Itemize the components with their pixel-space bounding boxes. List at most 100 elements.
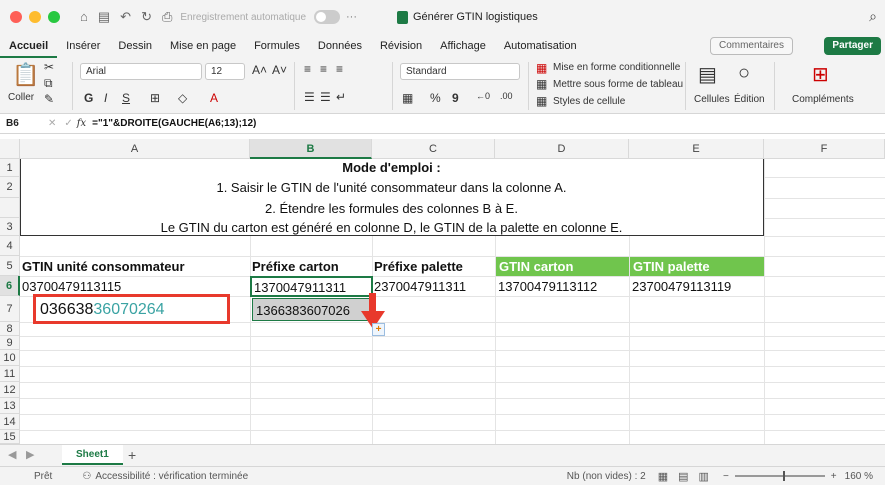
cell-styles-button[interactable]: Styles de cellule	[553, 96, 625, 107]
thousands-button[interactable]: 9	[452, 91, 459, 105]
search-icon[interactable]: ⌕	[869, 8, 877, 25]
redo-icon[interactable]: ↻	[141, 9, 152, 25]
tab-inserer[interactable]: Insérer	[57, 34, 109, 58]
increase-font-icon[interactable]: A˄	[252, 63, 267, 77]
conditional-format-icon[interactable]: ▦	[536, 61, 547, 75]
tab-accueil[interactable]: Accueil	[0, 34, 58, 58]
borders-icon[interactable]: ⊞	[150, 91, 160, 105]
column-header-a[interactable]: A	[20, 139, 250, 159]
header-gtin-palette[interactable]: GTIN palette	[630, 257, 764, 276]
edit-search-icon[interactable]: ○	[738, 62, 750, 85]
conditional-format-button[interactable]: Mise en forme conditionnelle	[553, 62, 680, 73]
add-sheet-button[interactable]: +	[128, 447, 136, 463]
align-top-icon[interactable]: ≡	[304, 62, 311, 76]
prev-sheet-icon[interactable]: ◀	[8, 448, 16, 461]
cell-c6[interactable]: 2370047911311	[374, 277, 493, 296]
confirm-icon[interactable]: ✓	[64, 118, 72, 129]
minimize-window-button[interactable]	[29, 11, 41, 23]
select-all-corner[interactable]	[0, 139, 20, 159]
row-header-3[interactable]: 3	[0, 218, 20, 236]
page-layout-icon[interactable]: ▤	[678, 470, 688, 483]
cells-icon[interactable]: ▤	[698, 62, 717, 87]
row-header-4[interactable]: 4	[0, 236, 20, 256]
row-header-10[interactable]: 10	[0, 350, 20, 366]
align-center-icon[interactable]: ☰	[320, 90, 331, 104]
row-header-13[interactable]: 13	[0, 398, 20, 414]
sheet-tab-sheet1[interactable]: Sheet1	[62, 445, 123, 465]
column-header-c[interactable]: C	[372, 139, 495, 159]
print-icon[interactable]: ⎙	[162, 9, 172, 25]
column-header-d[interactable]: D	[495, 139, 629, 159]
format-painter-icon[interactable]: ✎	[44, 92, 54, 106]
save-icon[interactable]: ▤	[98, 9, 110, 25]
cancel-icon[interactable]: ✕	[48, 118, 56, 129]
addins-icon[interactable]: ⊞	[812, 62, 829, 87]
next-sheet-icon[interactable]: ▶	[26, 448, 34, 461]
row-header-5[interactable]: 5	[0, 256, 20, 276]
font-size-select[interactable]: 12	[205, 63, 245, 80]
tab-revision[interactable]: Révision	[371, 34, 431, 58]
number-format-select[interactable]: Standard	[400, 63, 520, 80]
row-header-15[interactable]: 15	[0, 430, 20, 444]
comments-button[interactable]: Commentaires	[709, 37, 793, 55]
row-header-9[interactable]: 9	[0, 336, 20, 350]
close-window-button[interactable]	[10, 11, 22, 23]
table-format-icon[interactable]: ▦	[536, 77, 547, 91]
spreadsheet-grid[interactable]: A B C D E F 1 2 3 4 5 6 7 8 9 10 11 12 1…	[0, 139, 885, 444]
zoom-slider[interactable]	[734, 471, 825, 481]
header-gtin-carton[interactable]: GTIN carton	[496, 257, 629, 276]
increase-decimal-icon[interactable]: ←0	[476, 91, 490, 101]
header-gtin-unite[interactable]: GTIN unité consommateur	[22, 257, 248, 276]
italic-button[interactable]: I	[104, 91, 107, 105]
decrease-font-icon[interactable]: A˅	[272, 63, 287, 77]
cells-button[interactable]: Cellules	[694, 94, 730, 105]
currency-icon[interactable]: ▦	[402, 91, 413, 105]
wrap-text-icon[interactable]: ↵	[336, 90, 346, 104]
align-left-icon[interactable]: ☰	[304, 90, 315, 104]
undo-icon[interactable]: ↶	[120, 9, 131, 25]
home-icon[interactable]: ⌂	[80, 9, 88, 25]
column-header-f[interactable]: F	[764, 139, 885, 159]
align-middle-icon[interactable]: ≡	[320, 62, 327, 76]
normal-view-icon[interactable]: ▦	[658, 470, 668, 483]
table-format-button[interactable]: Mettre sous forme de tableau	[553, 79, 683, 90]
cell-b6-selected[interactable]: 1370047911311	[250, 276, 373, 297]
tab-mise-en-page[interactable]: Mise en page	[161, 34, 245, 58]
cell-b7[interactable]: 1366383607026	[252, 298, 370, 321]
cell-a7[interactable]: 03663836070264	[40, 299, 226, 321]
tab-affichage[interactable]: Affichage	[431, 34, 495, 58]
tab-formules[interactable]: Formules	[245, 34, 309, 58]
underline-button[interactable]: S	[122, 91, 130, 105]
row-header-1[interactable]: 1	[0, 159, 20, 177]
tab-automatisation[interactable]: Automatisation	[495, 34, 586, 58]
page-break-icon[interactable]: ▥	[699, 470, 709, 483]
share-button[interactable]: Partager	[824, 37, 881, 55]
zoom-out-icon[interactable]: −	[723, 471, 729, 482]
percent-button[interactable]: %	[430, 91, 441, 105]
zoom-window-button[interactable]	[48, 11, 60, 23]
addins-button[interactable]: Compléments	[792, 94, 854, 105]
font-color-icon[interactable]: A	[210, 91, 218, 105]
row-header-8[interactable]: 8	[0, 322, 20, 336]
tab-donnees[interactable]: Données	[309, 34, 371, 58]
more-options-button[interactable]: ···	[346, 11, 357, 23]
decrease-decimal-icon[interactable]: .00	[500, 91, 513, 101]
row-header-11[interactable]: 11	[0, 366, 20, 382]
autosave-toggle[interactable]	[314, 10, 340, 24]
accessibility-status[interactable]: Accessibilité : vérification terminée	[95, 471, 248, 482]
row-header-14[interactable]: 14	[0, 414, 20, 430]
formula-input[interactable]: ="1"&DROITE(GAUCHE(A6;13);12)	[92, 118, 256, 129]
zoom-level[interactable]: 160 %	[845, 471, 873, 482]
tab-dessin[interactable]: Dessin	[109, 34, 161, 58]
cell-d6[interactable]: 13700479113112	[498, 277, 627, 296]
cell-e6[interactable]: 23700479113119	[632, 277, 762, 296]
autofill-options-icon[interactable]: +	[372, 323, 385, 336]
row-header-12[interactable]: 12	[0, 382, 20, 398]
header-prefixe-carton[interactable]: Préfixe carton	[252, 257, 370, 276]
cell-styles-icon[interactable]: ▦	[536, 94, 547, 108]
accessibility-icon[interactable]: ⚇	[82, 471, 91, 482]
name-box[interactable]: B6	[0, 118, 44, 129]
zoom-in-icon[interactable]: +	[831, 471, 837, 482]
bold-button[interactable]: G	[84, 91, 93, 105]
align-bottom-icon[interactable]: ≡	[336, 62, 343, 76]
